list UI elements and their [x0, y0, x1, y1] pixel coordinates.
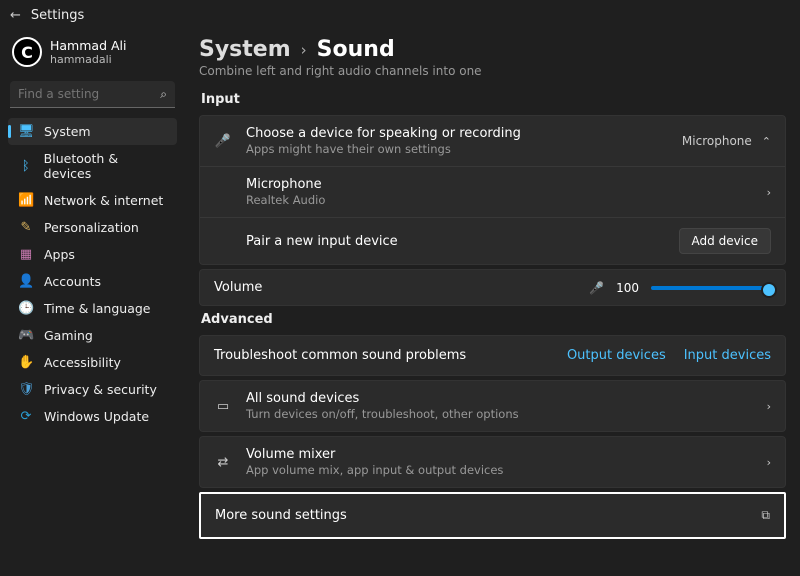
sidebar-item-label: Bluetooth & devices: [44, 151, 167, 181]
volume-label: Volume: [214, 280, 262, 295]
personalization-icon: ✎: [18, 220, 34, 235]
advanced-section-label: Advanced: [201, 312, 786, 327]
mixer-icon: ⇄: [214, 455, 232, 470]
sidebar-item-accessibility[interactable]: ✋ Accessibility: [8, 349, 177, 376]
windows-update-icon: ⟳: [18, 409, 34, 424]
sidebar-item-gaming[interactable]: 🎮 Gaming: [8, 322, 177, 349]
microphone-icon[interactable]: 🎤: [589, 281, 604, 295]
sidebar-item-label: Privacy & security: [44, 382, 157, 397]
gaming-icon: 🎮: [18, 328, 34, 343]
sidebar-item-apps[interactable]: ▦ Apps: [8, 241, 177, 268]
profile-name: Hammad Ali: [50, 38, 126, 53]
window-title: Settings: [31, 8, 84, 23]
sidebar-item-label: Apps: [44, 247, 75, 262]
mixer-title: Volume mixer: [246, 447, 753, 462]
chevron-right-icon: ›: [767, 186, 771, 199]
avatar: C: [12, 37, 42, 67]
sidebar-item-network-internet[interactable]: 📶 Network & internet: [8, 187, 177, 214]
chevron-right-icon: ›: [767, 400, 771, 413]
input-device-driver: Realtek Audio: [246, 193, 753, 207]
sidebar-item-label: System: [44, 124, 91, 139]
sidebar-item-privacy-security[interactable]: 🛡 Privacy & security: [8, 376, 177, 403]
content-pane: System › Sound Combine left and right au…: [185, 31, 800, 576]
input-device-microphone-row[interactable]: Microphone Realtek Audio ›: [200, 166, 785, 217]
choose-input-device-row[interactable]: 🎤 Choose a device for speaking or record…: [200, 116, 785, 166]
search-container: ⌕: [10, 81, 175, 108]
mixer-desc: App volume mix, app input & output devic…: [246, 463, 753, 477]
bluetooth-devices-icon: ᛒ: [18, 159, 34, 174]
choose-input-desc: Apps might have their own settings: [246, 142, 668, 156]
sidebar-item-windows-update[interactable]: ⟳ Windows Update: [8, 403, 177, 430]
pair-input-device-row: Pair a new input device Add device: [200, 217, 785, 264]
sidebar-item-system[interactable]: 🖥 System: [8, 118, 177, 145]
microphone-icon: 🎤: [214, 134, 232, 149]
sidebar-item-accounts[interactable]: 👤 Accounts: [8, 268, 177, 295]
profile-block[interactable]: C Hammad Ali hammadali: [8, 35, 177, 75]
volume-mixer-card[interactable]: ⇄ Volume mixer App volume mix, app input…: [199, 436, 786, 488]
troubleshoot-card: Troubleshoot common sound problems Outpu…: [199, 335, 786, 376]
privacy-security-icon: 🛡: [18, 382, 34, 397]
all-sound-devices-card[interactable]: ▭ All sound devices Turn devices on/off,…: [199, 380, 786, 432]
input-volume-card: Volume 🎤 100: [199, 269, 786, 306]
search-icon[interactable]: ⌕: [160, 87, 167, 102]
input-device-name: Microphone: [246, 177, 753, 192]
more-sound-title: More sound settings: [215, 508, 761, 523]
troubleshoot-title: Troubleshoot common sound problems: [214, 348, 549, 363]
all-devices-title: All sound devices: [246, 391, 753, 406]
input-card: 🎤 Choose a device for speaking or record…: [199, 115, 786, 265]
choose-input-title: Choose a device for speaking or recordin…: [246, 126, 668, 141]
all-devices-desc: Turn devices on/off, troubleshoot, other…: [246, 407, 753, 421]
input-volume-row: Volume 🎤 100: [200, 270, 785, 305]
mono-audio-desc: Combine left and right audio channels in…: [199, 64, 786, 78]
volume-slider[interactable]: [651, 286, 771, 290]
profile-username: hammadali: [50, 53, 126, 66]
chevron-right-icon: ›: [767, 456, 771, 469]
breadcrumb-separator: ›: [301, 41, 307, 59]
sidebar-item-bluetooth-devices[interactable]: ᛒ Bluetooth & devices: [8, 145, 177, 187]
pair-input-title: Pair a new input device: [246, 234, 665, 249]
sidebar-item-label: Network & internet: [44, 193, 163, 208]
sidebar-item-label: Gaming: [44, 328, 93, 343]
input-section-label: Input: [201, 92, 786, 107]
breadcrumb-root[interactable]: System: [199, 37, 291, 62]
sidebar-item-label: Accounts: [44, 274, 101, 289]
back-icon[interactable]: ←: [10, 8, 21, 23]
breadcrumb-page: Sound: [317, 37, 395, 62]
search-input[interactable]: [10, 81, 175, 108]
chevron-up-icon: ⌃: [762, 135, 771, 148]
network-internet-icon: 📶: [18, 193, 34, 208]
troubleshoot-row: Troubleshoot common sound problems Outpu…: [200, 336, 785, 375]
sidebar-item-label: Personalization: [44, 220, 139, 235]
troubleshoot-input-link[interactable]: Input devices: [684, 348, 771, 363]
system-icon: 🖥: [18, 124, 34, 139]
sidebar: C Hammad Ali hammadali ⌕ 🖥 System ᛒ Bluetoo…: [0, 31, 185, 576]
accounts-icon: 👤: [18, 274, 34, 289]
sidebar-item-label: Windows Update: [44, 409, 149, 424]
add-device-button[interactable]: Add device: [679, 228, 771, 254]
sidebar-item-label: Accessibility: [44, 355, 121, 370]
devices-icon: ▭: [214, 399, 232, 414]
breadcrumb: System › Sound: [199, 37, 786, 62]
sidebar-item-personalization[interactable]: ✎ Personalization: [8, 214, 177, 241]
sidebar-item-label: Time & language: [44, 301, 150, 316]
volume-value: 100: [616, 281, 639, 295]
more-sound-settings-card[interactable]: More sound settings ⧉: [199, 492, 786, 539]
apps-icon: ▦: [18, 247, 34, 262]
selected-input-device: Microphone: [682, 134, 752, 148]
accessibility-icon: ✋: [18, 355, 34, 370]
time-language-icon: 🕒: [18, 301, 34, 316]
troubleshoot-output-link[interactable]: Output devices: [567, 348, 666, 363]
external-link-icon: ⧉: [761, 508, 770, 523]
sidebar-item-time-language[interactable]: 🕒 Time & language: [8, 295, 177, 322]
